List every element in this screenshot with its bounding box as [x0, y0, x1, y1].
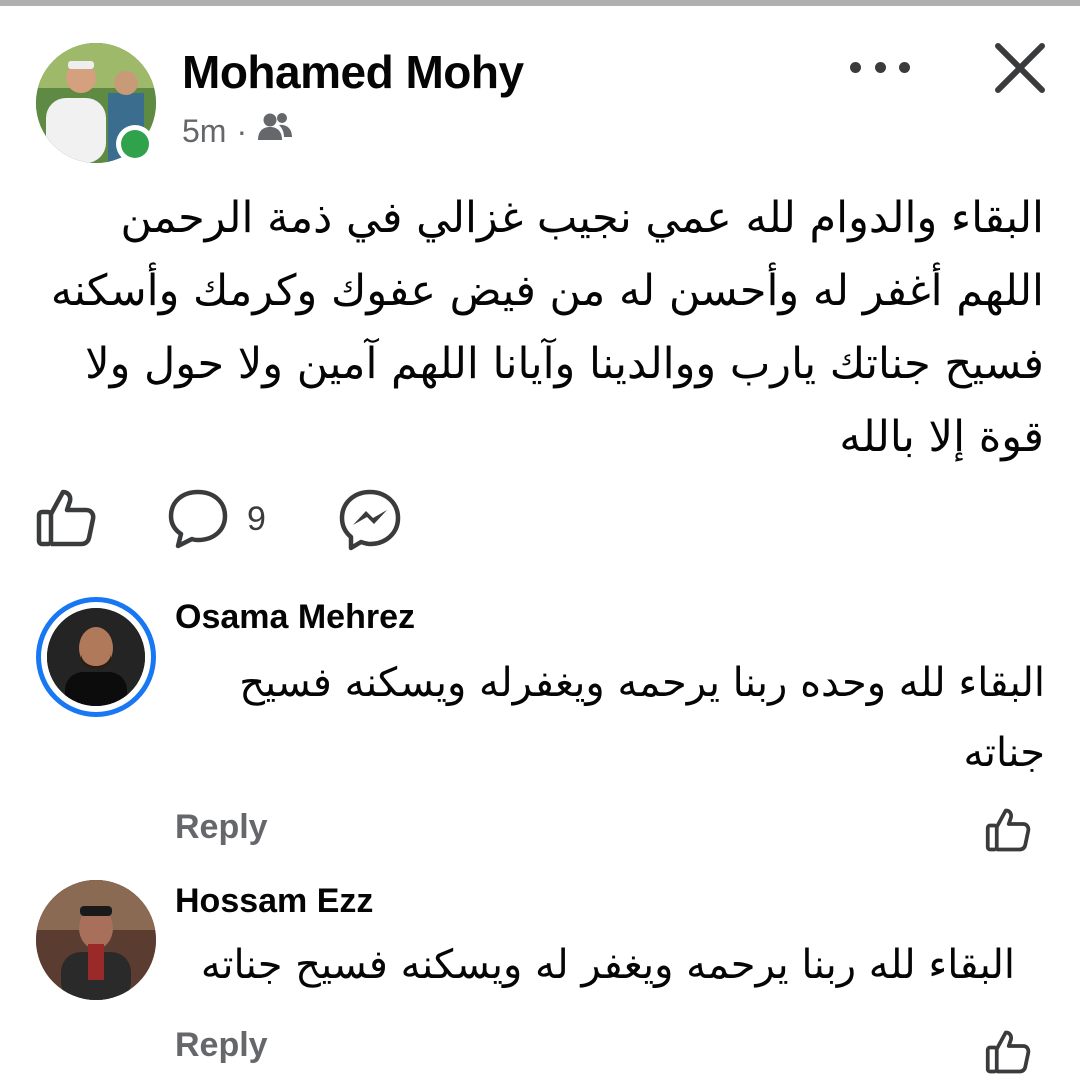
reply-button[interactable]: Reply [175, 808, 268, 847]
like-icon [36, 489, 96, 547]
comment-icon [168, 489, 228, 549]
post-author-name[interactable]: Mohamed Mohy [182, 45, 524, 99]
comment-author-avatar[interactable] [47, 608, 145, 706]
friends-icon [257, 112, 293, 150]
top-divider [0, 0, 1080, 6]
messenger-icon [339, 489, 401, 551]
comment-author-avatar[interactable] [36, 880, 156, 1000]
comment-text: البقاء لله ربنا يرحمه ويغفر له ويسكنه فس… [200, 942, 1015, 988]
comment-author-name[interactable]: Hossam Ezz [175, 882, 373, 921]
like-icon [985, 1030, 1031, 1074]
comment-text: البقاء لله وحده ربنا يرحمه ويغفرله ويسكن… [239, 660, 1045, 776]
close-button[interactable] [990, 38, 1050, 98]
send-messenger-button[interactable] [338, 488, 402, 552]
online-status-dot [116, 125, 154, 163]
like-button[interactable] [34, 486, 98, 550]
comment-like-button[interactable] [984, 1028, 1032, 1076]
post-body-text: البقاء والدوام لله عمي نجيب غزالي في ذمة… [50, 193, 1044, 462]
more-dot-icon [899, 61, 910, 73]
close-icon [995, 43, 1045, 93]
more-dot-icon [850, 61, 861, 73]
post-meta: 5m · [182, 112, 293, 150]
reply-button[interactable]: Reply [175, 1026, 268, 1065]
more-options-button[interactable] [850, 52, 910, 82]
comment-author-name[interactable]: Osama Mehrez [175, 598, 415, 637]
meta-separator: · [236, 112, 248, 149]
like-icon [985, 808, 1031, 852]
comment-count[interactable]: 9 [247, 500, 266, 539]
comment-like-button[interactable] [984, 806, 1032, 854]
post-time[interactable]: 5m [182, 113, 226, 150]
comment-button[interactable] [166, 488, 230, 550]
more-dot-icon [874, 61, 886, 73]
